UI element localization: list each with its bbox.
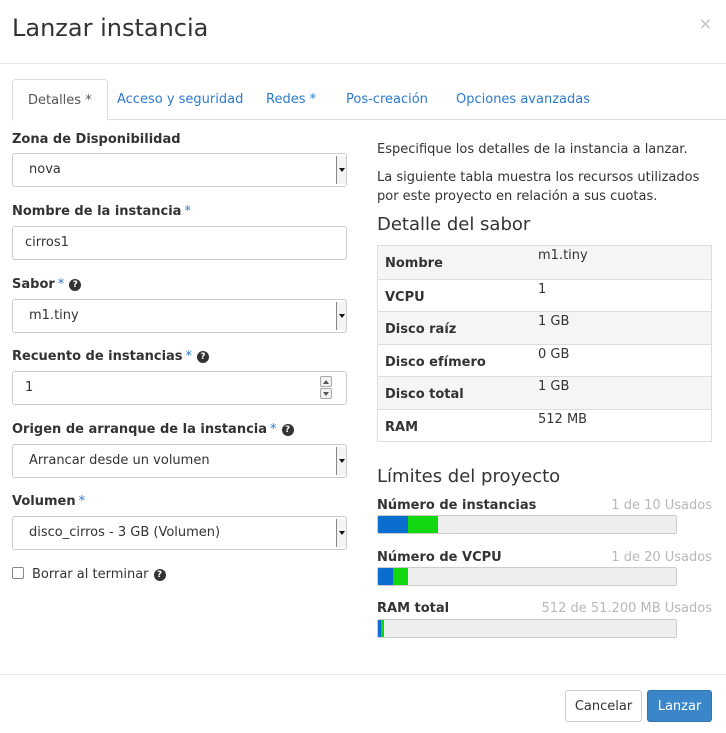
tab-pos-creacion[interactable]: Pos-creación [330,79,444,120]
question-circle-icon[interactable]: ? [197,351,210,363]
tab-detalles[interactable]: Detalles * [12,79,108,121]
flavor-select[interactable]: m1.tiny [12,299,347,333]
required-mark: * [185,349,193,364]
tab-acceso-y-seguridad[interactable]: Acceso y seguridad [101,79,259,120]
flavor-row-key: Nombre [385,256,443,271]
required-mark: * [78,494,86,509]
instance-name-input[interactable]: cirros1 [12,226,347,260]
quota-label: RAM total [377,601,450,616]
instance-count-label-text: Recuento de instancias [12,349,183,364]
instance-name-label: Nombre de la instancia * [12,204,191,219]
delete-on-terminate-checkbox[interactable] [12,567,24,579]
flavor-row: VCPU 1 [378,278,711,311]
required-mark: * [184,204,191,219]
cancel-button[interactable]: Cancelar [565,690,642,722]
question-circle-icon[interactable]: ? [153,569,166,581]
availability-zone-value: nova [29,162,61,177]
flavor-row-value: 0 GB [538,346,570,362]
wizard-tabs: Detalles * Acceso y seguridad Redes * Po… [12,79,726,121]
volume-select[interactable]: disco_cirros - 3 GB (Volumen) [12,516,347,550]
instance-count-value: 1 [25,380,34,395]
intro-text: Especifique los detalles de la instancia… [377,142,688,157]
quota-label: Número de VCPU [377,550,502,565]
project-limits-heading: Límites del proyecto [377,466,561,487]
flavor-row: Disco raíz 1 GB [378,311,711,344]
flavor-row-key: VCPU [385,289,425,305]
modal-title: Lanzar instancia [12,14,209,42]
flavor-row-key: Disco raíz [385,322,457,337]
instance-name-label-text: Nombre de la instancia [12,204,182,219]
close-icon[interactable]: × [699,14,712,34]
tab-opciones-avanzadas[interactable]: Opciones avanzadas [440,79,606,120]
flavor-row-value: 512 MB [538,411,588,427]
flavor-row: Disco efímero 0 GB [378,343,711,376]
flavor-row-value: m1.tiny [538,248,588,263]
volume-label: Volumen * [12,494,85,509]
chevron-down-icon [336,156,346,184]
boot-source-label: Origen de arranque de la instancia *? [12,422,294,437]
delete-on-terminate-label: Borrar al terminar [32,567,149,582]
quota-bar [377,619,677,638]
boot-source-value: Arrancar desde un volumen [29,453,210,468]
quota-bar-used [378,516,408,533]
instance-count-input[interactable]: 1 [12,371,347,405]
quota-bar-added [392,568,408,585]
flavor-row-key: Disco total [385,387,464,402]
quota-bar-added [407,516,438,533]
volume-value: disco_cirros - 3 GB (Volumen) [29,525,221,540]
availability-zone-select[interactable]: nova [12,153,347,187]
flavor-row-key: Disco efímero [385,354,486,370]
flavor-row: Disco total 1 GB [378,376,711,409]
stepper-down-icon[interactable] [320,388,332,399]
instance-name-value: cirros1 [25,235,69,250]
flavor-row: Nombre m1.tiny [378,246,711,279]
delete-on-terminate-row[interactable]: Borrar al terminar? [12,567,166,582]
quota-bar [377,567,677,586]
question-circle-icon[interactable]: ? [281,424,294,436]
availability-zone-label-text: Zona de Disponibilidad [12,132,181,147]
flavor-detail-table: Nombre m1.tiny VCPU 1 Disco raíz 1 GB Di… [377,245,712,442]
availability-zone-label: Zona de Disponibilidad [12,132,181,147]
chevron-down-icon [336,302,346,330]
table-note-text: La siguiente tabla muestra los recursos … [377,170,700,204]
quota-bar [377,515,677,534]
flavor-row-value: 1 GB [538,314,570,329]
flavor-label: Sabor *? [12,277,82,292]
flavor-value: m1.tiny [29,308,79,323]
flavor-row-value: 1 GB [538,379,570,394]
quota-bar-used [378,568,393,585]
quota-used-text: 1 de 10 Usados [611,498,712,513]
flavor-row-key: RAM [385,419,419,435]
question-circle-icon[interactable]: ? [69,279,82,291]
boot-source-label-text: Origen de arranque de la instancia [12,422,268,437]
modal-header: Lanzar instancia × [0,0,726,64]
flavor-label-text: Sabor [12,277,55,292]
quota-bar-added [380,620,384,637]
stepper-up-icon[interactable] [320,376,332,387]
boot-source-select[interactable]: Arrancar desde un volumen [12,444,347,478]
flavor-row-value: 1 [538,281,547,297]
required-mark: * [270,422,277,437]
chevron-down-icon [336,447,346,475]
volume-label-text: Volumen [12,494,76,509]
flavor-row: RAM 512 MB [378,408,711,441]
launch-button[interactable]: Lanzar [647,690,712,722]
number-stepper[interactable] [320,376,332,400]
quota-used-text: 1 de 20 Usados [611,550,712,565]
quota-used-text: 512 de 51.200 MB Usados [541,601,712,616]
quota-label: Número de instancias [377,498,537,513]
flavor-detail-heading: Detalle del sabor [377,214,531,235]
chevron-down-icon [336,519,346,547]
required-mark: * [57,277,65,292]
tab-redes[interactable]: Redes * [250,79,332,120]
instance-count-label: Recuento de instancias *? [12,349,210,364]
